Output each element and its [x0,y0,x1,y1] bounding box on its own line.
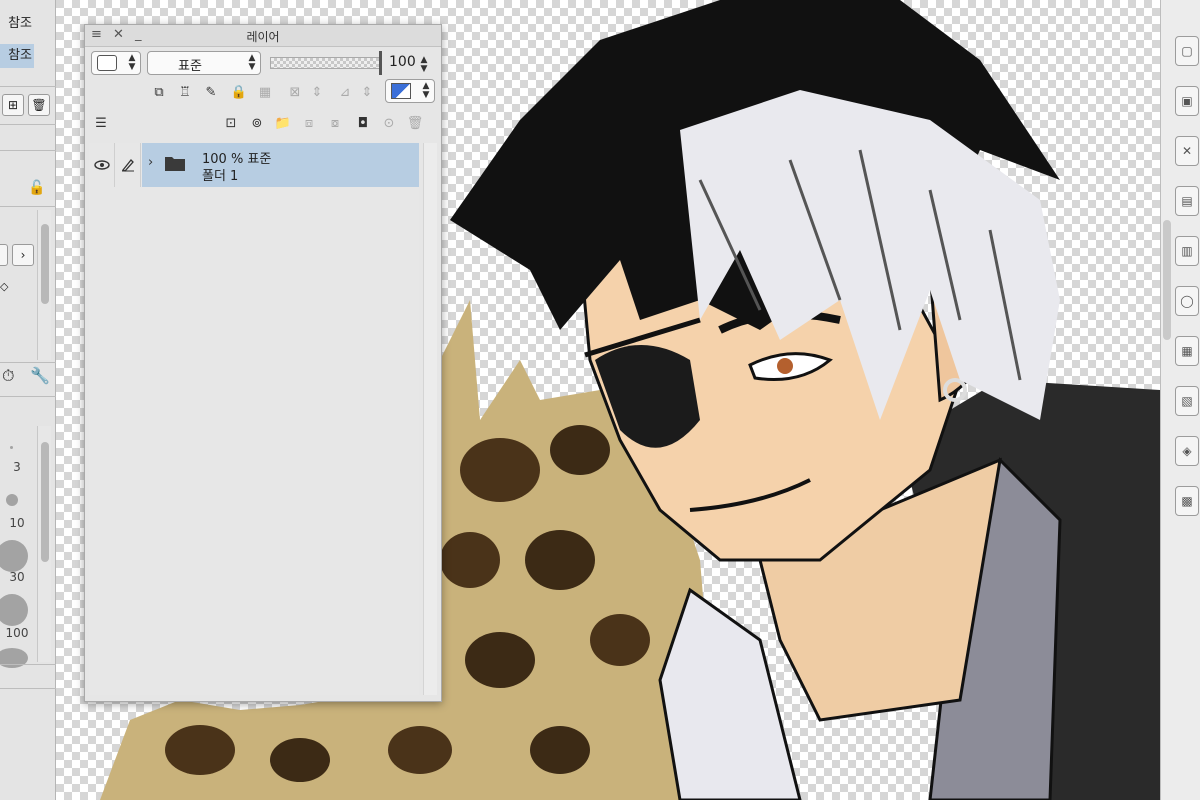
scrollbar[interactable] [37,426,51,662]
right-panel-strip: ▢ ▣ ✕ ▤ ▥ ◯ ▦ ▧ ◈ ▩ [1160,0,1200,800]
brush-size-dot[interactable] [10,446,13,449]
panel-button[interactable]: ✕ [1175,136,1199,166]
layer-list-icon[interactable]: ☰ [91,113,111,133]
wrench-icon[interactable]: 🔧 [30,366,50,385]
lock-transparency-icon[interactable]: ▦ [255,82,275,102]
layer-item-folder[interactable]: › 100 % 표준 폴더 1 [142,143,419,187]
blend-mode-select[interactable]: 표준 ▲ ▼ [147,51,261,75]
expression-color-select[interactable]: ▲ ▼ [91,51,141,75]
brush-size-dot[interactable] [0,648,28,668]
divider [0,362,56,363]
draft-layer-icon[interactable]: ✎ [201,82,221,102]
scrollbar-thumb[interactable] [1163,220,1171,340]
layer-color-select[interactable]: ▲ ▼ [385,79,435,103]
scrollbar[interactable] [37,210,51,360]
panel-button[interactable]: ▤ [1175,186,1199,216]
opacity-value[interactable]: 100 [389,54,416,70]
panel-button[interactable]: ▢ [1175,36,1199,66]
brush-size-label: 30 [9,570,25,584]
divider [0,86,56,87]
panel-button[interactable]: ◈ [1175,436,1199,466]
chevron-updown-icon: ▲ ▼ [128,53,136,72]
layer-mask-icon[interactable]: ◘ [353,113,373,133]
pencil-icon[interactable] [115,143,141,187]
layer-row[interactable]: › 100 % 표준 폴더 1 [89,143,419,187]
new-raster-layer-icon[interactable]: ⊡ [221,113,241,133]
new-folder-icon[interactable]: 📁 [273,113,293,133]
layer-list-scrollbar[interactable] [423,143,437,695]
reference-layer-icon[interactable]: ♖ [175,82,195,102]
trash-icon[interactable]: 🗑 [28,94,50,116]
folder-icon [164,154,186,176]
brush-size-dot[interactable] [0,594,28,626]
chevron-updown-icon: ▲ ▼ [248,53,256,72]
ref-item-1[interactable]: 참조 [0,12,34,36]
eye-icon[interactable] [89,143,115,187]
scrollbar-thumb[interactable] [41,442,49,562]
mask-enable-icon[interactable]: ⊠ [285,82,305,102]
layer-panel: ≡ ✕ _ 레이어 ▲ ▼ 표준 ▲ ▼ 100 ▲ ▼ ⧉ ♖ ✎ 🔒 ▦ ⊠ ⇕ … [84,24,442,702]
panel-button[interactable]: ◯ [1175,286,1199,316]
lock-icon[interactable]: 🔒 [229,82,249,102]
value-field[interactable] [0,244,8,266]
layer-color-swatch [391,83,411,99]
chevron-right-icon[interactable]: › [148,155,153,170]
brush-size-label: 10 [9,516,25,530]
divider [0,396,56,397]
opacity-slider-handle[interactable] [379,51,382,75]
chevron-updown-icon: ▲ ▼ [422,81,430,100]
opacity-slider[interactable] [270,57,380,69]
new-vector-layer-icon[interactable]: ⊚ [247,113,267,133]
chevron-right-icon[interactable]: › [12,244,34,266]
layer-panel-titlebar[interactable]: ≡ ✕ _ 레이어 [85,25,441,47]
layer-name: 폴더 1 [202,169,239,184]
ref-item-2[interactable]: 참조 [0,44,34,68]
panel-button[interactable]: ▦ [1175,336,1199,366]
divider [0,150,56,151]
panel-button[interactable]: ▥ [1175,236,1199,266]
panel-button[interactable]: ▧ [1175,386,1199,416]
unlock-icon[interactable]: 🔓 [28,180,45,196]
divider [0,664,56,665]
merge-down-icon[interactable]: ⧇ [325,113,345,133]
chevron-updown-icon[interactable]: ⇕ [357,82,377,102]
divider [0,688,56,689]
divider [0,124,56,125]
stopwatch-icon[interactable]: ⏱ [2,366,14,386]
add-icon[interactable]: ⊞ [2,94,24,116]
left-tool-strip: 참조 참조 ⊞ 🗑 🔓 › ◇ ⏱ 🔧 3 10 30 100 [0,0,56,800]
divider [0,206,56,207]
chevron-icon[interactable]: ◇ [0,280,8,293]
brush-size-dot[interactable] [6,494,18,506]
panel-title: 레이어 [246,30,280,44]
delete-layer-icon[interactable]: 🗑 [405,113,425,133]
chevron-updown-icon[interactable]: ⇕ [307,82,327,102]
brush-size-dot[interactable] [0,540,28,572]
panel-button[interactable]: ▩ [1175,486,1199,516]
panel-button[interactable]: ▣ [1175,86,1199,116]
brush-size-label: 3 [13,460,21,474]
clip-below-icon[interactable]: ⧉ [149,82,169,102]
scrollbar-thumb[interactable] [41,224,49,304]
layer-list[interactable]: › 100 % 표준 폴더 1 [89,143,419,695]
transfer-down-icon[interactable]: ⧈ [299,113,319,133]
color-swatch [97,55,117,71]
blend-mode-label: 표준 [178,59,202,74]
apply-mask-icon[interactable]: ⊙ [379,113,399,133]
ruler-range-icon[interactable]: ⊿ [335,82,355,102]
brush-size-label: 100 [5,626,29,640]
chevron-updown-icon[interactable]: ▲ ▼ [419,56,429,74]
